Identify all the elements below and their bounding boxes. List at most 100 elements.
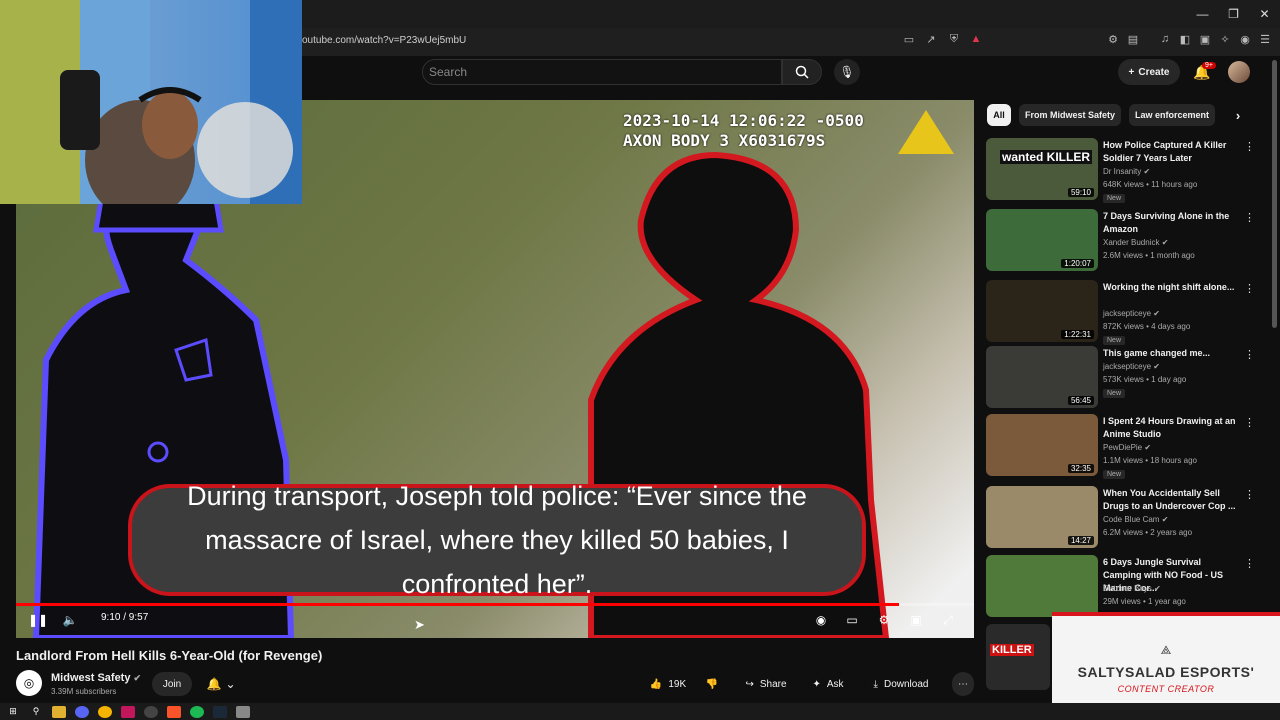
like-button[interactable]: 👍 19K	[644, 672, 692, 696]
more-vertical-icon[interactable]: ⋮	[1244, 348, 1255, 361]
verified-icon: ✔	[1159, 515, 1169, 524]
autoplay-toggle[interactable]: ◉	[810, 610, 832, 630]
share-icon[interactable]: ↗	[924, 32, 938, 46]
file-explorer-icon[interactable]	[52, 705, 66, 718]
recommendation-thumbnail[interactable]: 1:22:31	[986, 280, 1098, 342]
channel-name[interactable]: Midwest Safety ✔	[51, 672, 141, 684]
create-button[interactable]: + Create	[1118, 59, 1180, 85]
recommendation-channel[interactable]: Dr Insanity ✔	[1103, 167, 1150, 176]
join-button[interactable]: Join	[152, 672, 192, 696]
video-caption-box: During transport, Joseph told police: “E…	[128, 481, 866, 599]
miniplayer-button[interactable]: ▣	[907, 610, 925, 630]
channel-avatar[interactable]: ◎	[16, 670, 42, 696]
recommendation-item[interactable]: 1:20:07 7 Days Surviving Alone in the Ama…	[986, 209, 1270, 273]
subscription-bell-button[interactable]: 🔔 ⌄	[200, 672, 242, 696]
recommendation-thumbnail[interactable]	[986, 555, 1098, 617]
restore-button[interactable]: ❐	[1218, 0, 1249, 28]
recommendation-item[interactable]: 32:35 I Spent 24 Hours Drawing at an Anim…	[986, 414, 1270, 479]
recommendation-channel[interactable]: PewDiePie ✔	[1103, 443, 1151, 452]
recommendation-thumbnail[interactable]: 1:20:07	[986, 209, 1098, 271]
recommendation-item[interactable]: 1:22:31 Working the night shift alone... j…	[986, 280, 1270, 345]
recommendation-channel[interactable]: Code Blue Cam ✔	[1103, 515, 1168, 524]
ask-button[interactable]: ✦ Ask	[808, 672, 848, 696]
brave-icon[interactable]	[167, 705, 181, 718]
recommendation-item[interactable]: 56:45 This game changed me... jacksepticey…	[986, 346, 1270, 410]
recommendation-channel[interactable]: Xander Budnick ✔	[1103, 238, 1168, 247]
menu-icon[interactable]: ☰	[1258, 32, 1272, 46]
more-vertical-icon[interactable]: ⋮	[1244, 140, 1255, 153]
app-icon[interactable]	[121, 705, 135, 718]
discord-icon[interactable]	[75, 705, 89, 718]
ai-icon[interactable]: ✧	[1218, 32, 1232, 46]
recommendation-channel[interactable]: jacksepticeye ✔	[1103, 309, 1160, 318]
recommendation-thumbnail[interactable]: 14:27	[986, 486, 1098, 548]
scrollbar[interactable]	[1272, 60, 1277, 328]
volume-button[interactable]: 🔈	[62, 610, 78, 630]
avatar[interactable]	[1228, 61, 1250, 83]
chips-next-button[interactable]: ›	[1227, 104, 1249, 126]
extensions-icon[interactable]: ⚙	[1106, 32, 1120, 46]
voice-search-button[interactable]: 🎙	[834, 59, 860, 85]
windows-start-icon[interactable]: ⊞	[6, 706, 20, 718]
recommendation-item[interactable]: 6 Days Jungle Survival Camping with NO F…	[986, 555, 1270, 619]
search-icon[interactable]: ⚲	[29, 706, 43, 718]
spotify-icon[interactable]	[190, 705, 204, 718]
chip-law-enforcement[interactable]: Law enforcement	[1129, 104, 1215, 126]
sparkle-icon: ✦	[812, 678, 821, 690]
rewards-icon[interactable]: ▲	[969, 32, 983, 46]
recommendation-title[interactable]: Working the night shift alone...	[1103, 281, 1237, 294]
shield-icon[interactable]: ⛨	[947, 32, 961, 46]
more-vertical-icon[interactable]: ⋮	[1244, 211, 1255, 224]
chip-all[interactable]: All	[987, 104, 1011, 126]
dislike-button[interactable]: 👎	[700, 672, 724, 696]
recommendation-item[interactable]: wanted KILLER 59:10 How Police Captured A …	[986, 138, 1270, 203]
pause-button[interactable]: ❚❚	[28, 610, 48, 630]
brand-subtitle: CONTENT CREATOR	[1117, 683, 1215, 694]
captions-button[interactable]: ▭	[843, 610, 861, 630]
music-icon[interactable]: ♫	[1158, 32, 1172, 46]
more-vertical-icon[interactable]: ⋮	[1244, 488, 1255, 501]
address-bar[interactable]: outube.com/watch?v=P23wUej5mbU	[296, 30, 986, 50]
recommendation-item[interactable]: 14:27 When You Accidentally Sell Drugs to…	[986, 486, 1270, 550]
screen-icon[interactable]: ▭	[902, 32, 916, 46]
search-button[interactable]	[782, 59, 822, 85]
channel-text: Code Blue Cam	[1103, 515, 1160, 524]
vpn-icon[interactable]: ◉	[1238, 32, 1252, 46]
recommendation-title[interactable]: This game changed me...	[1103, 347, 1237, 360]
recommendation-thumbnail-partial[interactable]: KILLER	[986, 624, 1050, 690]
brand-name: SALTYSALAD ESPORTS'	[1077, 663, 1255, 680]
steam-icon[interactable]	[213, 705, 227, 718]
more-vertical-icon[interactable]: ⋮	[1244, 282, 1255, 295]
sidebar-icon[interactable]: ◧	[1178, 32, 1192, 46]
minimize-button[interactable]: —	[1187, 0, 1218, 28]
settings-button[interactable]: ⚙	[875, 610, 893, 630]
share-button[interactable]: ↪ Share	[738, 672, 794, 696]
new-badge: New	[1103, 194, 1126, 203]
close-button[interactable]: ✕	[1249, 0, 1280, 28]
share-icon: ↪	[745, 678, 754, 690]
recommendation-channel[interactable]: Outdoor Boys ✔	[1103, 584, 1161, 593]
recommendation-thumbnail[interactable]: 32:35	[986, 414, 1098, 476]
duration-badge: 32:35	[1067, 464, 1094, 473]
more-vertical-icon[interactable]: ⋮	[1244, 416, 1255, 429]
chip-from-midwest-safety[interactable]: From Midwest Safety	[1019, 104, 1121, 126]
more-vertical-icon[interactable]: ⋮	[1244, 557, 1255, 570]
recommendation-channel[interactable]: jacksepticeye ✔	[1103, 362, 1160, 371]
chrome-icon[interactable]	[98, 705, 112, 718]
search-input[interactable]: Search	[422, 59, 782, 85]
reader-icon[interactable]: ▤	[1126, 32, 1140, 46]
recommendation-thumbnail[interactable]: 56:45	[986, 346, 1098, 408]
recommendation-title[interactable]: I Spent 24 Hours Drawing at an Anime Stu…	[1103, 415, 1237, 441]
obs-icon[interactable]	[144, 705, 158, 718]
recommendation-title[interactable]: 7 Days Surviving Alone in the Amazon	[1103, 210, 1237, 236]
recommendation-title[interactable]: When You Accidentally Sell Drugs to an U…	[1103, 487, 1237, 513]
recommendation-title[interactable]: How Police Captured A Killer Soldier 7 Y…	[1103, 139, 1237, 165]
miniplayer-icon: ▣	[910, 613, 922, 627]
recommendation-thumbnail[interactable]: wanted KILLER 59:10	[986, 138, 1098, 200]
fullscreen-button[interactable]: ⤢	[939, 610, 957, 630]
wallet-icon[interactable]: ▣	[1198, 32, 1212, 46]
app-icon-2[interactable]	[236, 705, 250, 718]
duration-badge: 1:20:07	[1061, 259, 1094, 268]
download-button[interactable]: ⤓ Download	[864, 672, 938, 696]
more-actions-button[interactable]: ⋯	[952, 672, 974, 696]
